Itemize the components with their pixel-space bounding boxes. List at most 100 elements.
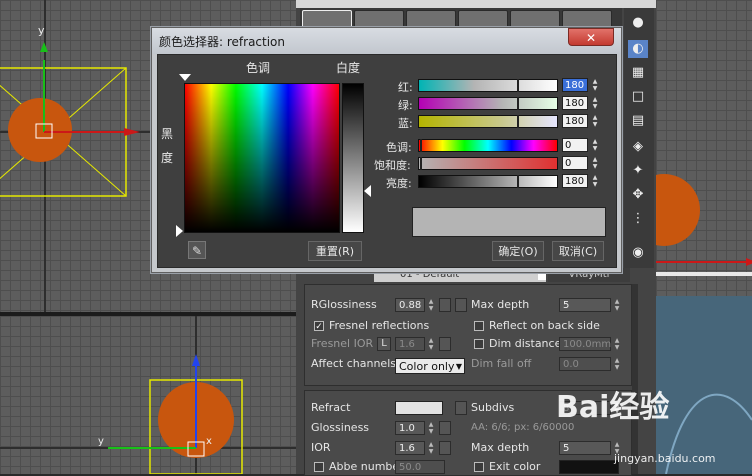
- color-selector-dialog: 颜色选择器: refraction ✕ 色调 白度 黑 度 红: 180 ▲ ▼ …: [151, 27, 622, 273]
- ok-button[interactable]: 确定(O): [492, 241, 544, 261]
- sphere-object: [8, 98, 72, 162]
- value-spinner[interactable]: ▲ ▼: [591, 174, 599, 188]
- saturation-spinner[interactable]: ▲ ▼: [591, 156, 599, 170]
- hue-marker[interactable]: [179, 74, 191, 81]
- affect-channels-label: Affect channels: [311, 357, 396, 370]
- red-spinner[interactable]: ▲ ▼: [591, 78, 599, 92]
- whiteness-bar[interactable]: [342, 83, 364, 233]
- fresnel-ior-spinner[interactable]: ▲ ▼: [427, 337, 435, 351]
- eyedropper-button[interactable]: ✎: [188, 241, 206, 259]
- refract-color-swatch[interactable]: [395, 401, 443, 415]
- blackness-label-top: 黑: [161, 127, 174, 141]
- rglossiness-map-button[interactable]: [439, 298, 451, 312]
- glossiness-spinner[interactable]: ▲ ▼: [427, 421, 435, 435]
- cancel-button[interactable]: 取消(C): [552, 241, 604, 261]
- reflect-back-side-checkbox[interactable]: [474, 321, 484, 331]
- value-value-input[interactable]: 180: [562, 174, 588, 188]
- hue-label: 色调: [246, 61, 271, 75]
- dim-distance-input[interactable]: 100.0mm: [559, 337, 611, 351]
- background-checker-icon[interactable]: ▦: [628, 64, 648, 82]
- dim-distance-checkbox[interactable]: [474, 339, 484, 349]
- saturation-slider[interactable]: [418, 157, 558, 170]
- ior-spinner[interactable]: ▲ ▼: [427, 441, 435, 455]
- sphere-preview-icon[interactable]: ◉: [628, 244, 648, 262]
- red-value-input[interactable]: 180: [562, 78, 588, 92]
- rglossiness-spinner[interactable]: ▲ ▼: [427, 298, 435, 312]
- reflect-back-side-label: Reflect on back side: [489, 319, 600, 332]
- dim-distance-spinner[interactable]: ▲ ▼: [613, 337, 621, 351]
- refract-map-button[interactable]: [455, 401, 467, 415]
- blackness-marker[interactable]: [176, 225, 183, 237]
- blue-label: 蓝:: [398, 117, 413, 130]
- backlight-icon[interactable]: ◐: [628, 40, 648, 58]
- ior-map-button[interactable]: [439, 441, 451, 455]
- eyedropper-icon: ✎: [191, 244, 203, 258]
- hue-spinner[interactable]: ▲ ▼: [591, 138, 599, 152]
- fresnel-reflections-checkbox[interactable]: ✓: [314, 321, 324, 332]
- ior-input[interactable]: 1.6: [395, 441, 425, 455]
- select-by-material-icon[interactable]: ✥: [628, 186, 648, 204]
- sample-uv-icon[interactable]: □: [628, 88, 648, 106]
- blue-value-input[interactable]: 180: [562, 114, 588, 128]
- refract-label: Refract: [311, 401, 351, 414]
- whiteness-marker[interactable]: [364, 185, 371, 197]
- dialog-titlebar[interactable]: 颜色选择器: refraction ✕: [152, 28, 621, 54]
- viewport-right[interactable]: [656, 0, 752, 474]
- reset-button[interactable]: 重置(R): [308, 241, 362, 261]
- viewport-bottom-left[interactable]: y x: [0, 316, 296, 474]
- dialog-title: 颜色选择器: refraction: [159, 35, 286, 49]
- rglossiness-map-button-2[interactable]: [455, 298, 467, 312]
- red-slider[interactable]: [418, 79, 558, 92]
- exit-color-swatch[interactable]: [559, 460, 619, 474]
- axis-label-x-bottom: x: [206, 436, 212, 447]
- blackness-label-bottom: 度: [161, 151, 174, 165]
- reflection-params-rollout: RGlossiness 0.88 ▲ ▼ Max depth 5 ▲ ▼ ✓ Fre…: [304, 284, 632, 386]
- material-editor-menubar[interactable]: [296, 0, 656, 8]
- abbe-number-input[interactable]: 50.0: [395, 460, 445, 474]
- material-map-navigator-icon[interactable]: ⋮: [628, 210, 648, 228]
- material-editor-scrollbar[interactable]: [632, 284, 638, 474]
- glossiness-label: Glossiness: [311, 421, 370, 434]
- saturation-label: 饱和度:: [374, 159, 411, 172]
- dim-falloff-spinner[interactable]: ▲ ▼: [613, 357, 621, 371]
- value-slider[interactable]: [418, 175, 558, 188]
- saturation-value-input[interactable]: 0: [562, 156, 588, 170]
- options-icon[interactable]: ✦: [628, 162, 648, 180]
- refraction-max-depth-input[interactable]: 5: [559, 441, 611, 455]
- rglossiness-input[interactable]: 0.88: [395, 298, 425, 312]
- affect-channels-select[interactable]: Color only ▼: [395, 358, 465, 374]
- make-preview-icon[interactable]: ◈: [628, 138, 648, 156]
- axis-label-y: y: [38, 24, 45, 37]
- affect-channels-value: Color only: [399, 360, 455, 373]
- glossiness-input[interactable]: 1.0: [395, 421, 425, 435]
- fresnel-ior-map-button[interactable]: [439, 337, 451, 351]
- fresnel-reflections-label: Fresnel reflections: [329, 319, 430, 332]
- ior-label: IOR: [311, 441, 331, 454]
- green-spinner[interactable]: ▲ ▼: [591, 96, 599, 110]
- hue-blackness-field[interactable]: [184, 83, 340, 233]
- fresnel-ior-label: Fresnel IOR: [311, 337, 374, 350]
- video-color-check-icon[interactable]: ▤: [628, 112, 648, 130]
- green-slider[interactable]: [418, 97, 558, 110]
- sample-type-icon[interactable]: ●: [628, 14, 648, 32]
- fresnel-ior-input[interactable]: 1.6: [395, 337, 425, 351]
- abbe-number-checkbox[interactable]: [314, 462, 324, 472]
- close-button[interactable]: ✕: [568, 28, 614, 46]
- color-preview-swatch: [412, 207, 606, 237]
- fresnel-ior-lock-button[interactable]: L: [377, 337, 391, 351]
- max-depth-input[interactable]: 5: [559, 298, 611, 312]
- exit-color-checkbox[interactable]: [474, 462, 484, 472]
- subdivs-label: Subdivs: [471, 401, 515, 414]
- blue-spinner[interactable]: ▲ ▼: [591, 114, 599, 128]
- green-value-input[interactable]: 180: [562, 96, 588, 110]
- viewport-right-scene: [656, 174, 752, 474]
- blue-slider[interactable]: [418, 115, 558, 128]
- hue-slider[interactable]: [418, 139, 558, 152]
- whiteness-label: 白度: [336, 61, 361, 75]
- dim-falloff-input[interactable]: 0.0: [559, 357, 611, 371]
- refraction-max-depth-label: Max depth: [471, 441, 530, 454]
- exit-color-label: Exit color: [489, 460, 541, 473]
- max-depth-spinner[interactable]: ▲ ▼: [613, 298, 621, 312]
- glossiness-map-button[interactable]: [439, 421, 451, 435]
- hue-value-input[interactable]: 0: [562, 138, 588, 152]
